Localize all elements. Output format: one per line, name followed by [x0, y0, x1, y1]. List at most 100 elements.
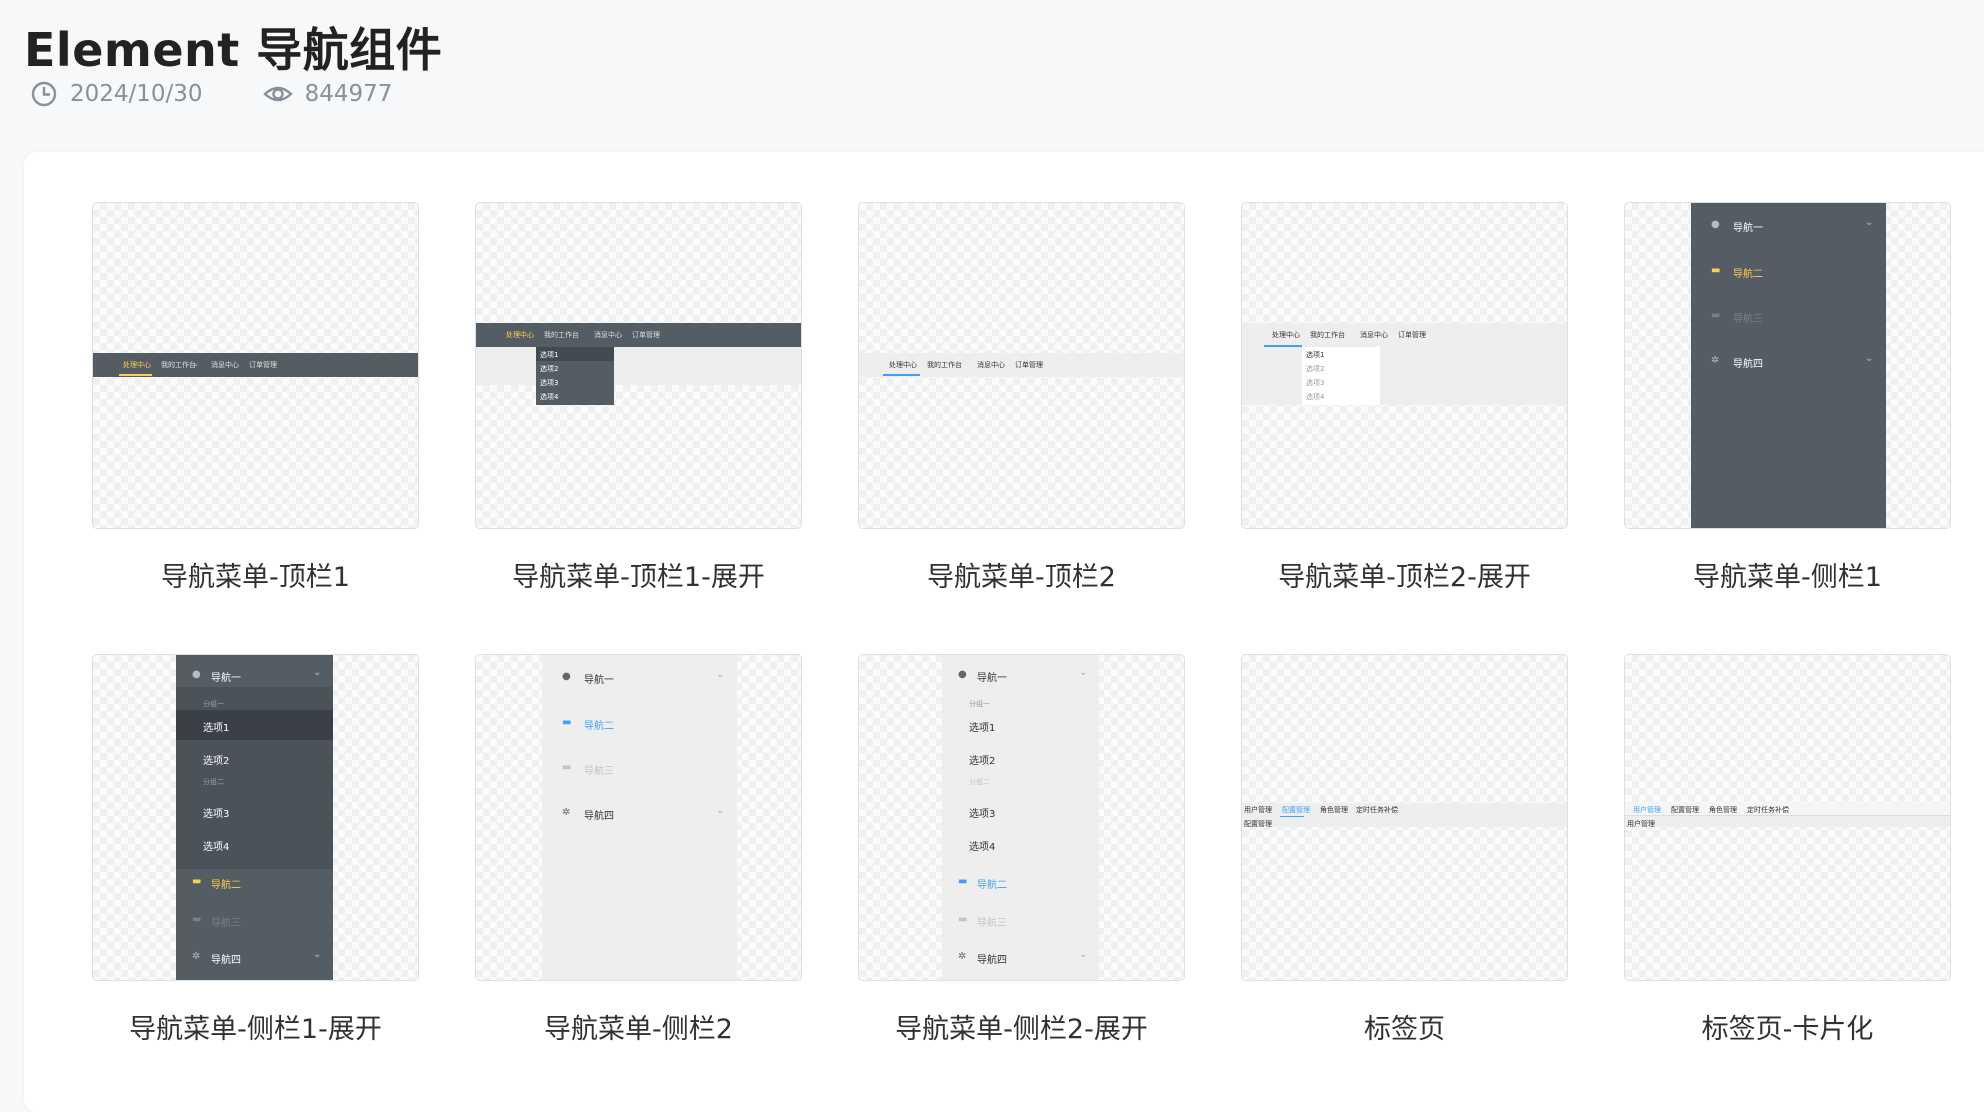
side-nav1: 导航一 [977, 673, 1007, 684]
submenu-option: 选项4 [969, 842, 996, 853]
card-caption: 导航菜单-侧栏1 [1693, 562, 1882, 593]
chevron-down-icon: ⌄ [313, 667, 322, 678]
dropdown-option: 选项1 [1306, 351, 1325, 359]
side-nav2: 导航二 [584, 721, 614, 732]
card-nav-top1[interactable]: 处理中心 我的工作台 ⌄ 消息中心 订单管理 导航菜单-顶栏1 [92, 202, 419, 594]
card-tabs[interactable]: 用户管理 配置管理 角色管理 定时任务补偿 配置管理 标签页 [1241, 654, 1568, 1046]
thumbnail[interactable]: ● 导航一 ⌄ ▬ 导航二 ▬ 导航三 ✲ 导航四 ⌄ [475, 654, 802, 981]
thumbnail[interactable]: 处理中心 我的工作台 消息中心 订单管理 [858, 202, 1185, 529]
side-nav2: 导航二 [1733, 269, 1763, 280]
location-icon: ● [958, 669, 967, 680]
chevron-down-icon: ⌄ [193, 360, 199, 368]
menu-icon: ▬ [958, 876, 968, 887]
submenu-option: 选项2 [203, 756, 230, 767]
active-underline [1264, 345, 1302, 347]
side-nav4: 导航四 [584, 811, 614, 822]
side-nav3: 导航三 [977, 918, 1007, 929]
menu-item-messages: 消息中心 [977, 361, 1005, 369]
document-icon: ▬ [958, 914, 968, 925]
card-caption: 导航菜单-顶栏2-展开 [1278, 562, 1531, 593]
group-title: 分组一 [203, 700, 224, 708]
menu-icon: ▬ [1711, 265, 1721, 276]
tab-content: 配置管理 [1244, 820, 1272, 828]
card-nav-side2[interactable]: ● 导航一 ⌄ ▬ 导航二 ▬ 导航三 ✲ 导航四 ⌄ 导航菜单-侧栏2 [475, 654, 802, 1046]
card-tabs-card[interactable]: 用户管理 配置管理 角色管理 定时任务补偿 用户管理 标签页-卡片化 [1624, 654, 1951, 1046]
dropdown-option: 选项3 [1306, 379, 1325, 387]
card-caption: 标签页-卡片化 [1701, 1014, 1874, 1045]
thumbnail[interactable]: 处理中心 我的工作台 ⌄ 消息中心 订单管理 [92, 202, 419, 529]
chevron-down-icon: ⌄ [1079, 949, 1088, 960]
gear-icon: ✲ [192, 951, 201, 962]
dropdown-option: 选项1 [540, 351, 559, 359]
menu-item-orders: 订单管理 [632, 331, 660, 339]
side-nav4: 导航四 [1733, 359, 1763, 370]
gear-icon: ✲ [562, 807, 571, 818]
thumbnail[interactable]: 处理中心 我的工作台 消息中心 订单管理 选项1 选项2 选项3 选项4 [475, 202, 802, 529]
side-nav3: 导航三 [584, 766, 614, 777]
tab-tasks: 定时任务补偿 [1356, 806, 1398, 814]
submenu-active [176, 710, 333, 740]
group-title: 分组二 [203, 778, 224, 786]
side-nav3: 导航三 [211, 918, 241, 929]
menu-item-messages: 消息中心 [1360, 331, 1388, 339]
views-info: 844977 [262, 80, 393, 108]
menu-icon: ▬ [562, 717, 572, 728]
side-nav1: 导航一 [584, 675, 614, 686]
side-nav1: 导航一 [1733, 223, 1763, 234]
chevron-down-icon: ⌄ [1079, 667, 1088, 678]
card-nav-side2-expanded[interactable]: ● 导航一 ⌄ 分组一 选项1 选项2 分组二 选项3 选项4 ▬ 导航二 ▬ … [858, 654, 1185, 1046]
card-nav-side1-expanded[interactable]: ● 导航一 ⌄ 分组一 选项1 选项2 分组二 选项3 选项4 ▬ 导航二 ▬ … [92, 654, 419, 1046]
active-underline [1280, 816, 1304, 817]
submenu-option: 选项1 [969, 723, 996, 734]
menu-item-processing: 处理中心 [123, 361, 151, 369]
document-icon: ▬ [1711, 310, 1721, 321]
group-title: 分组一 [969, 700, 990, 708]
menu-item-messages: 消息中心 [594, 331, 622, 339]
tab-content: 用户管理 [1627, 820, 1655, 828]
submenu-option: 选项2 [969, 756, 996, 767]
card-nav-top1-expanded[interactable]: 处理中心 我的工作台 消息中心 订单管理 选项1 选项2 选项3 选项4 导航菜… [475, 202, 802, 594]
tab-config: 配置管理 [1671, 806, 1699, 814]
card-nav-top2-expanded[interactable]: 处理中心 我的工作台 消息中心 订单管理 选项1 选项2 选项3 选项4 导航菜… [1241, 202, 1568, 594]
chevron-down-icon: ⌄ [716, 805, 725, 816]
date-info: 2024/10/30 [30, 80, 203, 108]
thumbnail[interactable]: 用户管理 配置管理 角色管理 定时任务补偿 配置管理 [1241, 654, 1568, 981]
chevron-down-icon: ⌄ [1865, 353, 1874, 364]
tab-roles: 角色管理 [1709, 806, 1737, 814]
active-underline [883, 374, 920, 376]
submenu-option: 选项3 [969, 809, 996, 820]
submenu-option: 选项3 [203, 809, 230, 820]
side-nav3: 导航三 [1733, 314, 1763, 325]
menu-item-workbench: 我的工作台 [927, 361, 962, 369]
thumbnail[interactable]: ● 导航一 ⌄ ▬ 导航二 ▬ 导航三 ✲ 导航四 ⌄ [1624, 202, 1951, 529]
chevron-down-icon: ⌄ [313, 949, 322, 960]
dropdown-option: 选项2 [1306, 365, 1325, 373]
card-caption: 导航菜单-顶栏1 [161, 562, 350, 593]
tab-users: 用户管理 [1633, 806, 1661, 814]
eye-icon [262, 86, 293, 102]
side-nav4: 导航四 [211, 955, 241, 966]
dropdown-option: 选项2 [540, 365, 559, 373]
publish-date: 2024/10/30 [70, 81, 203, 107]
card-nav-top2[interactable]: 处理中心 我的工作台 消息中心 订单管理 导航菜单-顶栏2 [858, 202, 1185, 594]
menu-item-processing: 处理中心 [889, 361, 917, 369]
page-title: Element 导航组件 [24, 23, 443, 77]
dropdown-option: 选项3 [540, 379, 559, 387]
thumbnail[interactable]: ● 导航一 ⌄ 分组一 选项1 选项2 分组二 选项3 选项4 ▬ 导航二 ▬ … [858, 654, 1185, 981]
active-underline [119, 374, 152, 376]
thumbnail[interactable]: 处理中心 我的工作台 消息中心 订单管理 选项1 选项2 选项3 选项4 [1241, 202, 1568, 529]
card-nav-side1[interactable]: ● 导航一 ⌄ ▬ 导航二 ▬ 导航三 ✲ 导航四 ⌄ 导航菜单-侧栏1 [1624, 202, 1951, 594]
thumbnail[interactable]: 用户管理 配置管理 角色管理 定时任务补偿 用户管理 [1624, 654, 1951, 981]
side-nav2: 导航二 [977, 880, 1007, 891]
menu-item-messages: 消息中心 [211, 361, 239, 369]
clock-icon [31, 81, 57, 107]
light-sidebar [542, 655, 737, 980]
menu-item-orders: 订单管理 [1398, 331, 1426, 339]
dark-sidebar [1691, 203, 1886, 528]
side-nav2: 导航二 [211, 880, 241, 891]
view-count: 844977 [304, 81, 393, 107]
tab-users: 用户管理 [1244, 806, 1272, 814]
thumbnail[interactable]: ● 导航一 ⌄ 分组一 选项1 选项2 分组二 选项3 选项4 ▬ 导航二 ▬ … [92, 654, 419, 981]
location-icon: ● [1711, 219, 1720, 230]
page-meta: 2024/10/30 844977 [30, 80, 452, 108]
